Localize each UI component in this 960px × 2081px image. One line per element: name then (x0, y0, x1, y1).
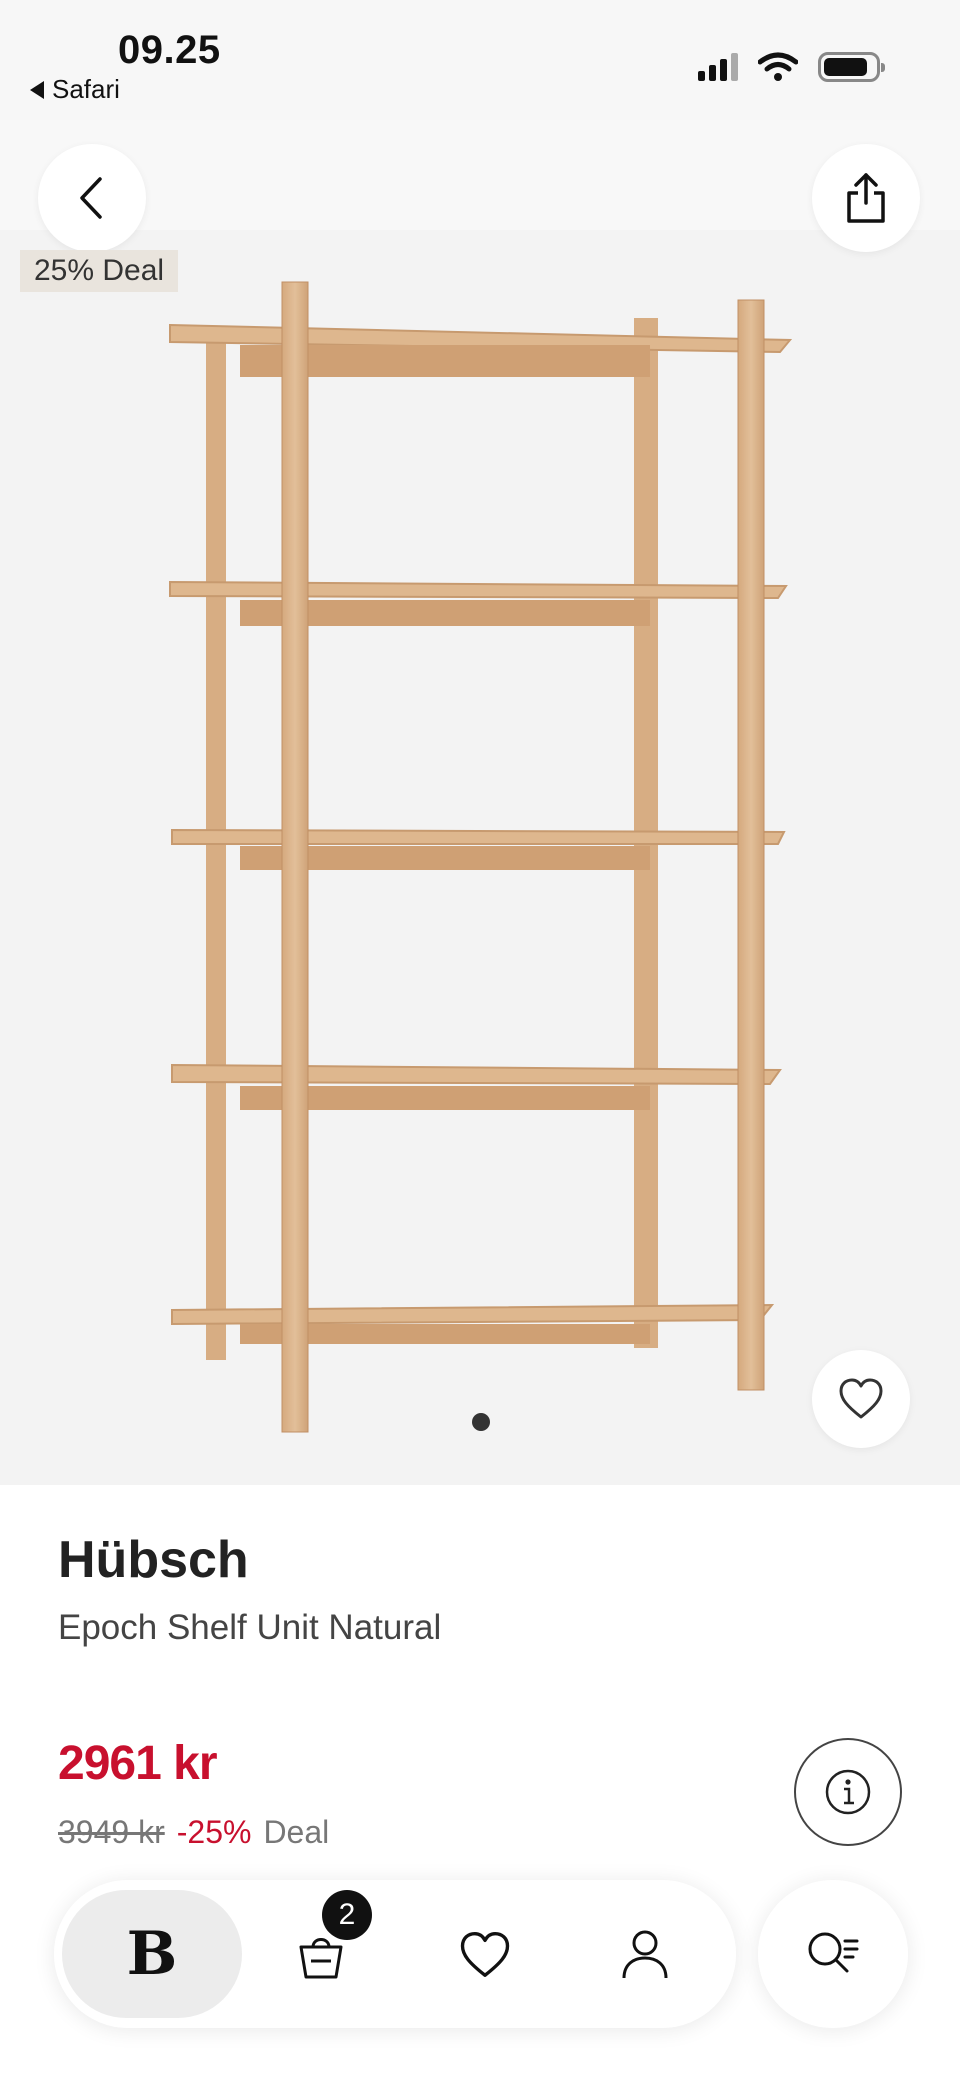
heart-icon (460, 1931, 510, 1977)
discount-percent: -25% (176, 1814, 252, 1850)
deal-badge: 25% Deal (20, 250, 179, 292)
price-info-button[interactable] (794, 1738, 902, 1846)
product-image (169, 281, 793, 1433)
home-logo: B (126, 1919, 178, 1989)
cellular-signal-icon (698, 53, 738, 81)
old-price: 3949 kr (58, 1814, 165, 1850)
status-icons (698, 52, 885, 82)
battery-icon (818, 52, 885, 82)
product-name: Epoch Shelf Unit Natural (58, 1608, 442, 1647)
product-image-gallery[interactable] (0, 0, 960, 1485)
heart-icon (839, 1378, 883, 1419)
back-triangle-icon (30, 80, 44, 99)
chevron-left-icon (80, 177, 102, 219)
price-details: 3949 kr -25% Deal (58, 1814, 329, 1851)
favorite-button[interactable] (812, 1350, 910, 1448)
search-button[interactable] (758, 1880, 908, 2028)
user-icon (622, 1930, 668, 1979)
cart-count-badge: 2 (322, 1890, 372, 1940)
back-to-app-link[interactable]: Safari (30, 74, 120, 105)
back-app-label: Safari (52, 74, 120, 104)
back-button[interactable] (38, 144, 146, 252)
share-icon (847, 173, 885, 223)
nav-account-button[interactable] (600, 1910, 690, 2000)
share-button[interactable] (812, 144, 920, 252)
deal-label: Deal (263, 1814, 330, 1850)
product-brand[interactable]: Hübsch (58, 1530, 249, 1590)
status-bar: 09.25 Safari (0, 0, 960, 120)
product-price: 2961 kr (58, 1737, 217, 1790)
nav-favorites-button[interactable] (440, 1910, 530, 2000)
bottom-navigation: B 2 (54, 1880, 736, 2028)
info-icon (825, 1769, 871, 1815)
status-time: 09.25 (118, 28, 221, 72)
nav-home-button[interactable]: B (62, 1890, 242, 2018)
wifi-icon (758, 52, 798, 81)
nav-cart-button[interactable]: 2 (276, 1890, 372, 2000)
search-icon (808, 1932, 859, 1973)
